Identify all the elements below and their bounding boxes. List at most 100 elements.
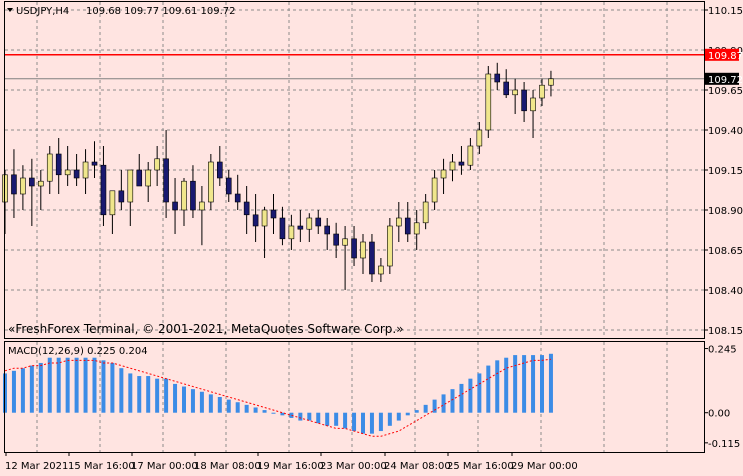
candle-body — [109, 190, 116, 216]
candle-body — [37, 180, 44, 187]
macd-bar — [226, 399, 231, 413]
price-tick-label: 108.40 — [708, 286, 743, 297]
candle — [82, 149, 89, 194]
candles — [2, 62, 554, 290]
candle — [109, 190, 116, 234]
time-tick-label: 12 Mar 2021 — [5, 461, 68, 472]
candle — [422, 194, 429, 230]
candle-body — [476, 129, 483, 147]
macd-bar — [208, 394, 213, 413]
macd-bar — [262, 410, 267, 413]
candle — [431, 170, 438, 210]
macd-bar — [352, 412, 357, 432]
candle-body — [404, 217, 411, 235]
candle — [136, 154, 143, 187]
candle — [378, 258, 384, 282]
candle-body — [154, 158, 160, 171]
candle — [360, 234, 366, 274]
macd-bar — [92, 357, 97, 413]
candle-body — [440, 169, 447, 179]
candle-body — [29, 177, 35, 187]
candle — [217, 146, 223, 186]
candle — [252, 194, 259, 242]
candle — [512, 78, 518, 114]
candle — [485, 66, 492, 138]
macd-bar — [450, 389, 455, 413]
candle — [503, 69, 510, 98]
candle-body — [234, 193, 241, 203]
macd-axis: 0.245 0.00 -0.115 — [704, 345, 740, 450]
macd-bar — [513, 355, 518, 413]
candle-body — [279, 217, 286, 240]
candle-body — [315, 217, 322, 227]
candle — [127, 169, 134, 226]
copyright-text: «FreshForex Terminal, © 2001-2021, MetaQ… — [8, 322, 404, 336]
trading-chart[interactable]: USDJPY,H4 109.68 109.77 109.61 109.72 «F… — [0, 0, 743, 476]
macd-label: MACD(12,26,9) 0.225 0.204 — [8, 346, 148, 357]
candle — [11, 149, 17, 218]
candle-body — [333, 233, 339, 246]
candle-body — [351, 238, 357, 259]
candle — [440, 158, 447, 194]
time-tick-label: 29 Mar 00:00 — [511, 461, 578, 472]
macd-bar — [548, 353, 553, 413]
svg-text:109.87: 109.87 — [708, 51, 743, 62]
candle — [172, 178, 178, 234]
candle — [297, 210, 304, 242]
macd-bar — [155, 378, 160, 413]
candle — [29, 158, 35, 226]
macd-bar — [280, 412, 285, 416]
price-grid — [5, 2, 704, 338]
candle-body — [100, 164, 107, 216]
price-tick-label: 109.15 — [708, 166, 743, 177]
candle — [73, 154, 80, 186]
candle — [279, 206, 286, 246]
candle-body — [342, 238, 348, 246]
candle — [118, 170, 125, 210]
candle — [539, 78, 545, 106]
candle — [395, 202, 402, 242]
macd-bar — [459, 383, 464, 413]
candle-body — [387, 225, 393, 267]
candle-body — [467, 145, 474, 166]
candle-body — [181, 180, 187, 211]
macd-bar — [137, 376, 142, 413]
macd-bar — [271, 412, 276, 414]
candle-body — [199, 201, 205, 211]
candle-body — [208, 161, 214, 203]
time-tick-label: 24 Mar 08:00 — [384, 461, 451, 472]
candle — [333, 222, 339, 258]
candle — [315, 210, 322, 234]
macd-bar — [217, 397, 222, 413]
candle — [46, 146, 53, 194]
candle — [342, 226, 348, 290]
candle-body — [145, 169, 151, 187]
macd-bar — [334, 412, 339, 426]
macd-bar — [387, 412, 392, 426]
candle — [64, 146, 71, 186]
candle-body — [11, 174, 17, 195]
candle-body — [261, 209, 268, 227]
candle-body — [270, 209, 277, 219]
candle — [208, 154, 214, 210]
candle — [190, 165, 196, 218]
candle-body — [512, 89, 518, 96]
candle — [145, 162, 151, 202]
macd-bar — [65, 357, 70, 413]
macd-bar — [38, 362, 43, 413]
macd-bar — [244, 404, 249, 413]
candle — [324, 218, 331, 250]
candle-body — [378, 265, 384, 275]
macd-bar — [56, 357, 61, 413]
symbol-label: USDJPY,H4 — [16, 6, 69, 17]
macd-bar — [74, 357, 79, 413]
candle-body — [548, 78, 554, 86]
time-axis: 12 Mar 2021 15 Mar 16:0017 Mar 00:0018 Ma… — [5, 452, 578, 472]
macd-bar — [495, 360, 500, 413]
candle-body — [163, 158, 169, 203]
candle-body — [530, 97, 536, 112]
macd-histogram — [3, 353, 553, 434]
macd-bar — [47, 357, 52, 413]
last-price-tag: 109.72 — [705, 72, 743, 86]
macd-bar — [369, 412, 374, 434]
